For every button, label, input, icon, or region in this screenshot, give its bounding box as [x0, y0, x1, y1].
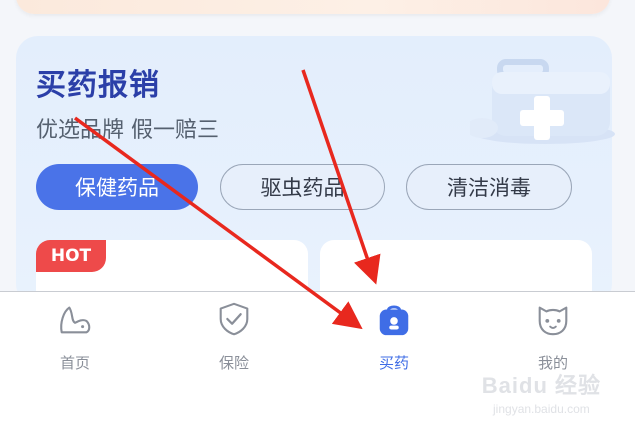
nav-item-buy-medicine[interactable]: 买药 — [349, 292, 439, 382]
nav-label-buy-medicine: 买药 — [378, 354, 409, 372]
medical-kit-icon — [470, 59, 615, 144]
card-title: 买药报销 — [36, 68, 160, 103]
card-subtitle: 优选品牌 假一赔三 — [36, 118, 219, 143]
nav-label-home: 首页 — [59, 354, 90, 372]
cat-face-icon — [538, 306, 568, 336]
top-banner — [16, 0, 610, 14]
pet-home-icon — [60, 306, 91, 334]
shield-check-icon — [219, 302, 249, 336]
hot-badge: HOT — [36, 240, 106, 272]
medicine-bag-icon — [379, 305, 409, 336]
watermark-main: Baidu 经验 — [481, 373, 601, 398]
tab-health-medicine[interactable]: 保健药品 — [36, 164, 198, 210]
nav-label-insurance: 保险 — [218, 354, 249, 372]
tab-deworming-medicine[interactable]: 驱虫药品 — [220, 164, 385, 210]
watermark-sub: jingyan.baidu.com — [493, 402, 590, 416]
tab-cleaning-disinfection[interactable]: 清洁消毒 — [406, 164, 572, 210]
baidu-watermark: Baidu 经验 jingyan.baidu.com — [482, 368, 601, 416]
nav-item-insurance[interactable]: 保险 — [189, 292, 279, 382]
nav-item-home[interactable]: 首页 — [30, 292, 120, 382]
